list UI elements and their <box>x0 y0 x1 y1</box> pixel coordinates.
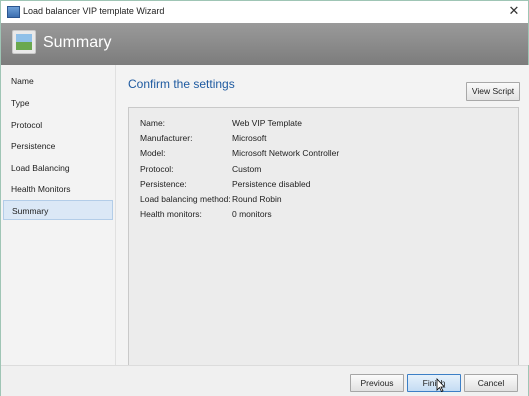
view-script-button[interactable]: View Script <box>466 82 520 101</box>
wizard-header: Summary <box>1 23 528 65</box>
sidebar-item-summary[interactable]: Summary <box>3 200 113 220</box>
sidebar-item-load-balancing[interactable]: Load Balancing <box>3 158 113 178</box>
setting-label: Persistence: <box>140 179 187 189</box>
wizard-steps-sidebar: Name Type Protocol Persistence Load Bala… <box>1 65 115 365</box>
close-icon[interactable]: ✕ <box>506 3 522 19</box>
wizard-window: Load balancer VIP template Wizard ✕ Summ… <box>0 0 529 396</box>
settings-row: Model: Microsoft Network Controller <box>140 148 510 162</box>
settings-row: Health monitors: 0 monitors <box>140 209 510 223</box>
settings-row: Persistence: Persistence disabled <box>140 179 510 193</box>
settings-row: Name: Web VIP Template <box>140 118 510 132</box>
sidebar-item-name[interactable]: Name <box>3 71 113 91</box>
app-window-icon <box>7 6 20 18</box>
sidebar-item-health-monitors[interactable]: Health Monitors <box>3 179 113 199</box>
settings-summary-box: Name: Web VIP Template Manufacturer: Mic… <box>128 107 519 366</box>
wizard-footer: Previous Finish Cancel <box>1 365 528 396</box>
setting-value: Microsoft Network Controller <box>232 148 340 158</box>
setting-value: 0 monitors <box>232 209 272 219</box>
setting-label: Health monitors: <box>140 209 202 219</box>
sidebar-item-persistence[interactable]: Persistence <box>3 136 113 156</box>
setting-label: Protocol: <box>140 164 174 174</box>
wizard-picture-icon <box>12 30 36 54</box>
settings-row: Protocol: Custom <box>140 164 510 178</box>
setting-value: Microsoft <box>232 133 267 143</box>
setting-label: Load balancing method: <box>140 194 231 204</box>
setting-label: Name: <box>140 118 166 128</box>
sidebar-item-protocol[interactable]: Protocol <box>3 115 113 135</box>
settings-row: Manufacturer: Microsoft <box>140 133 510 147</box>
cancel-button[interactable]: Cancel <box>464 374 518 392</box>
sidebar-item-type[interactable]: Type <box>3 93 113 113</box>
section-heading: Confirm the settings <box>128 77 235 91</box>
previous-button[interactable]: Previous <box>350 374 404 392</box>
setting-value: Persistence disabled <box>232 179 311 189</box>
window-title: Load balancer VIP template Wizard <box>23 6 165 16</box>
page-title: Summary <box>43 34 112 51</box>
settings-row: Load balancing method: Round Robin <box>140 194 510 208</box>
mouse-pointer-icon <box>436 378 446 392</box>
main-content: Confirm the settings View Script Name: W… <box>115 65 529 366</box>
title-bar: Load balancer VIP template Wizard ✕ <box>1 1 528 23</box>
setting-label: Manufacturer: <box>140 133 193 143</box>
setting-value: Web VIP Template <box>232 118 302 128</box>
finish-button[interactable]: Finish <box>407 374 461 392</box>
setting-label: Model: <box>140 148 166 158</box>
setting-value: Round Robin <box>232 194 282 204</box>
setting-value: Custom <box>232 164 262 174</box>
